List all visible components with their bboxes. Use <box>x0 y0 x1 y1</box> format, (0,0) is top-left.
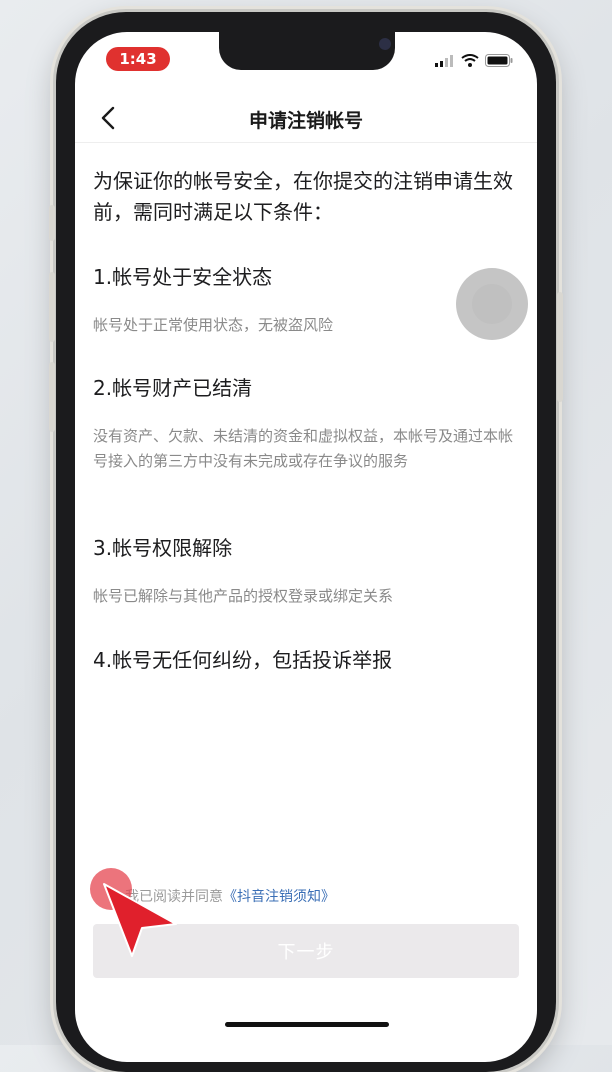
condition-3-desc: 帐号已解除与其他产品的授权登录或绑定关系 <box>93 587 394 605</box>
condition-2-desc: 没有资产、欠款、未结清的资金和虚拟权益，本帐号及通过本帐号接入的第三方中没有未完… <box>93 427 514 470</box>
mute-switch <box>49 205 55 241</box>
intro-text: 为保证你的帐号安全，在你提交的注销申请生效前，需同时满足以下条件： <box>93 169 513 224</box>
nav-divider <box>75 142 537 143</box>
volume-down-button <box>49 362 55 432</box>
condition-3-title: 3.帐号权限解除 <box>93 536 233 560</box>
home-indicator <box>225 1022 389 1027</box>
condition-4-title: 4.帐号无任何纠纷，包括投诉举报 <box>93 648 393 672</box>
front-camera <box>379 38 391 50</box>
status-icons <box>435 54 513 67</box>
assistive-touch-button[interactable] <box>456 268 528 340</box>
assistive-touch-inner <box>472 284 512 324</box>
battery-icon <box>485 54 513 67</box>
notch <box>219 32 395 70</box>
pointer-arrow-icon <box>103 883 177 957</box>
status-time[interactable]: 1:43 <box>106 47 170 71</box>
cellular-signal-icon <box>435 54 453 67</box>
volume-up-button <box>49 272 55 342</box>
condition-1-title: 1.帐号处于安全状态 <box>93 265 273 289</box>
navigation-bar: 申请注销帐号 <box>75 94 537 142</box>
agreement-link[interactable]: 《抖音注销须知》 <box>223 889 335 905</box>
wifi-icon <box>461 54 479 67</box>
page-title: 申请注销帐号 <box>248 110 363 132</box>
main-content: 为保证你的帐号安全，在你提交的注销申请生效前，需同时满足以下条件： 1.帐号处于… <box>93 166 523 672</box>
condition-2-title: 2.帐号财产已结清 <box>93 376 253 400</box>
power-button <box>557 292 563 402</box>
